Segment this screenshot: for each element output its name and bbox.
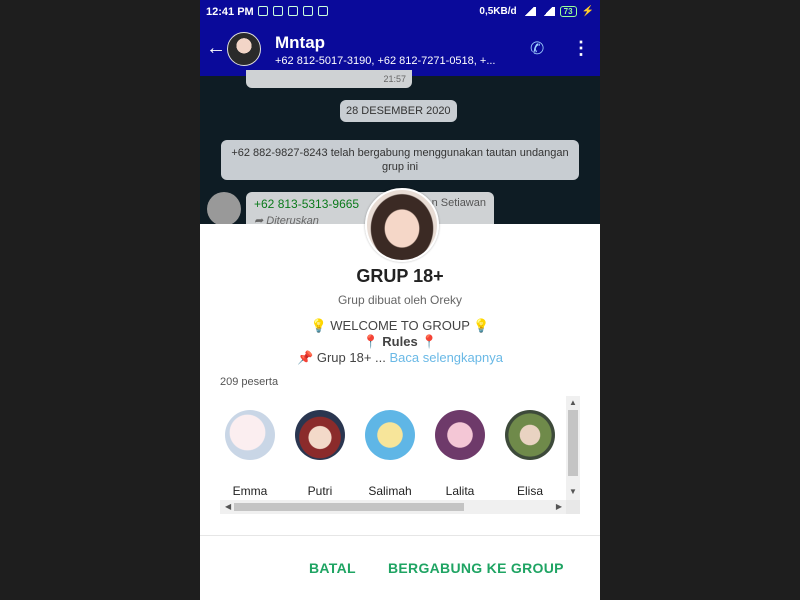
pin-icon: 📍 bbox=[362, 334, 379, 349]
scroll-corner bbox=[566, 500, 580, 514]
message-bubble: 21:57 bbox=[246, 70, 412, 88]
member-name: Putri bbox=[307, 484, 333, 498]
app-bar: ← Mntap +62 812-5017-3190, +62 812-7271-… bbox=[200, 24, 600, 76]
description-text: WELCOME TO GROUP bbox=[330, 318, 470, 333]
charging-icon: ⚡ bbox=[581, 6, 594, 17]
chat-title[interactable]: Mntap bbox=[275, 33, 325, 53]
member-avatar bbox=[365, 410, 415, 460]
notification-icon bbox=[258, 6, 268, 16]
cancel-button[interactable]: BATAL bbox=[309, 560, 356, 576]
scroll-left-icon[interactable]: ◀ bbox=[225, 502, 231, 511]
more-vert-icon[interactable]: ⋮ bbox=[572, 38, 590, 59]
sender-name: n Setiawan bbox=[431, 197, 486, 209]
system-message: +62 882-9827-8243 telah bergabung menggu… bbox=[221, 140, 579, 180]
add-call-icon[interactable]: ✆ bbox=[530, 39, 544, 59]
description-text: Rules bbox=[382, 334, 418, 349]
member-list[interactable]: Emma Putri Salimah Lalita Elisa bbox=[220, 396, 566, 502]
status-bar: 12:41 PM 0,5KB/d 73 ⚡ bbox=[200, 0, 600, 24]
network-speed: 0,5KB/d bbox=[479, 6, 517, 17]
lightbulb-icon: 💡 bbox=[310, 318, 327, 333]
member-avatar bbox=[295, 410, 345, 460]
group-name: GRUP 18+ bbox=[356, 266, 444, 286]
pushpin-icon: 📌 bbox=[297, 350, 314, 365]
member-item[interactable]: Salimah bbox=[360, 410, 420, 498]
phone-screen: 12:41 PM 0,5KB/d 73 ⚡ ← Mntap +62 812-50… bbox=[200, 0, 600, 600]
pin-icon: 📍 bbox=[421, 334, 438, 349]
member-item[interactable]: Elisa bbox=[500, 410, 560, 498]
group-description-line: 📌 Grup 18+ ... Baca selengkapnya bbox=[200, 350, 600, 366]
arrow-left-icon[interactable]: ← bbox=[206, 38, 226, 58]
notification-icons bbox=[258, 6, 328, 16]
description-text: Grup 18+ ... bbox=[316, 350, 386, 365]
status-right: 0,5KB/d 73 ⚡ bbox=[479, 6, 594, 17]
signal-icon bbox=[540, 7, 555, 16]
member-item[interactable]: Lalita bbox=[430, 410, 490, 498]
member-item[interactable]: Putri bbox=[290, 410, 350, 498]
scroll-right-icon[interactable]: ▶ bbox=[556, 502, 562, 511]
group-description-line: 📍 Rules 📍 bbox=[200, 334, 600, 350]
member-name: Emma bbox=[232, 484, 268, 498]
member-avatar bbox=[225, 410, 275, 460]
member-name: Elisa bbox=[516, 484, 543, 498]
sender-number: +62 813-5313-9665 bbox=[254, 197, 360, 211]
divider bbox=[200, 535, 600, 536]
member-count: 209 peserta bbox=[220, 376, 279, 388]
notification-icon bbox=[318, 6, 328, 16]
date-chip: 28 DESEMBER 2020 bbox=[340, 100, 457, 122]
read-more-link[interactable]: Baca selengkapnya bbox=[389, 350, 502, 365]
horizontal-scrollbar[interactable]: ◀ ▶ bbox=[220, 500, 566, 514]
group-description-line: 💡 WELCOME TO GROUP 💡 bbox=[200, 318, 600, 334]
notification-icon bbox=[303, 6, 313, 16]
member-avatar bbox=[435, 410, 485, 460]
sender-avatar[interactable] bbox=[207, 192, 241, 226]
member-name: Salimah bbox=[368, 484, 412, 498]
scroll-thumb[interactable] bbox=[568, 410, 578, 476]
join-group-button[interactable]: BERGABUNG KE GROUP bbox=[388, 560, 564, 576]
vertical-scrollbar[interactable]: ▲ ▼ bbox=[566, 396, 580, 500]
scroll-up-icon[interactable]: ▲ bbox=[569, 398, 577, 407]
lightbulb-icon: 💡 bbox=[473, 318, 490, 333]
scroll-thumb[interactable] bbox=[234, 503, 464, 511]
member-item[interactable]: Emma bbox=[220, 410, 280, 498]
message-time: 21:57 bbox=[383, 74, 406, 84]
scroll-down-icon[interactable]: ▼ bbox=[569, 487, 577, 496]
member-name: Lalita bbox=[445, 484, 475, 498]
status-time: 12:41 PM bbox=[206, 6, 254, 18]
group-avatar bbox=[365, 188, 439, 262]
chat-subtitle[interactable]: +62 812-5017-3190, +62 812-7271-0518, +.… bbox=[275, 55, 520, 67]
member-avatar bbox=[505, 410, 555, 460]
battery-icon: 73 bbox=[559, 6, 577, 17]
chat-avatar[interactable] bbox=[227, 32, 261, 66]
signal-icon bbox=[521, 7, 536, 16]
notification-icon bbox=[288, 6, 298, 16]
group-creator: Grup dibuat oleh Oreky bbox=[337, 293, 463, 307]
notification-icon bbox=[273, 6, 283, 16]
